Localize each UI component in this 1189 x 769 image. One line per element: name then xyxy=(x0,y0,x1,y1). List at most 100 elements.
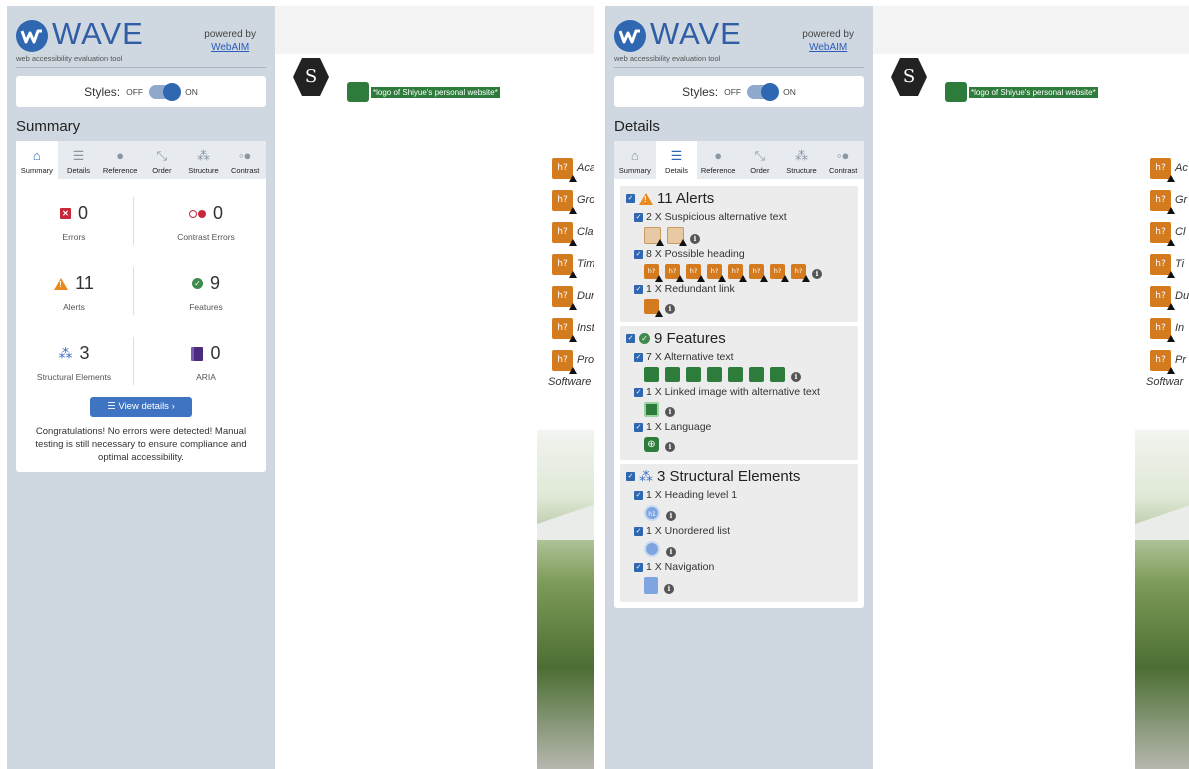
site-logo[interactable]: S xyxy=(293,58,329,96)
features-count[interactable]: ✓ 9 Features xyxy=(148,273,264,312)
nav-item[interactable]: h? Tim xyxy=(552,248,594,280)
tab-label: Summary xyxy=(618,166,651,175)
nav-item[interactable]: h? Pr xyxy=(1150,344,1189,376)
tab-details[interactable]: ☰ Details xyxy=(655,141,698,179)
nav-item[interactable]: h? Du xyxy=(1150,280,1189,312)
nav-item[interactable]: h? Gro xyxy=(552,184,594,216)
possible-heading-icon[interactable]: h? xyxy=(707,264,726,282)
alt-text-icon[interactable] xyxy=(644,367,659,382)
alt-text-annotation[interactable]: *logo of Shiyue's personal website* xyxy=(945,82,1098,102)
alerts-count[interactable]: 11 Alerts xyxy=(16,273,132,312)
nav-item[interactable]: h? Pro xyxy=(552,344,594,376)
tab-reference[interactable]: ● Reference xyxy=(697,141,739,179)
alt-text-icon[interactable] xyxy=(749,367,764,382)
webpage-preview: S *logo of Shiyue's personal website* h?… xyxy=(275,6,594,769)
possible-heading-icon[interactable]: h? xyxy=(791,264,810,282)
webaim-link[interactable]: WebAIM xyxy=(204,41,256,54)
structural-count[interactable]: ⁂ 3 Structural Elements xyxy=(16,343,132,382)
contrast-errors-count[interactable]: 0 Contrast Errors xyxy=(148,203,264,242)
features-checkbox[interactable]: ✓ xyxy=(626,334,635,343)
alt-text-icon[interactable] xyxy=(707,367,722,382)
styles-on-label: ON xyxy=(783,86,796,97)
possible-heading-icon: h? xyxy=(1150,253,1175,278)
info-icon[interactable]: i xyxy=(666,511,676,521)
structure-checkbox[interactable]: ✓ xyxy=(626,472,635,481)
tab-structure[interactable]: ⁂ Structure xyxy=(183,141,225,179)
possible-heading-icon[interactable]: h? xyxy=(665,264,684,282)
webaim-link[interactable]: WebAIM xyxy=(802,41,854,54)
possible-heading-icon[interactable]: h? xyxy=(749,264,768,282)
errors-count[interactable]: ✕ 0 Errors xyxy=(16,203,132,242)
view-details-button[interactable]: ☰ View details › xyxy=(90,397,192,417)
info-icon[interactable]: i xyxy=(791,372,801,382)
info-icon[interactable]: i xyxy=(666,547,676,557)
tab-structure[interactable]: ⁂ Structure xyxy=(781,141,823,179)
tab-label: Details xyxy=(67,166,90,175)
tab-reference[interactable]: ● Reference xyxy=(99,141,141,179)
linked-image-alt-icon[interactable] xyxy=(644,402,659,417)
nav-item[interactable]: h? Cl xyxy=(1150,216,1189,248)
tab-contrast[interactable]: ◦● Contrast xyxy=(822,141,864,179)
alerts-checkbox[interactable]: ✓ xyxy=(626,194,635,203)
item-checkbox[interactable]: ✓ xyxy=(634,212,643,222)
tab-details[interactable]: ☰ Details xyxy=(58,141,100,179)
info-icon: ● xyxy=(116,148,125,163)
info-icon[interactable]: i xyxy=(665,442,675,452)
detail-item: ✓ 7 X Alternative text i xyxy=(634,351,852,382)
heading-level-1-icon[interactable]: h1 xyxy=(644,505,660,521)
wave-sidebar: WAVE web accessibility evaluation tool p… xyxy=(7,6,275,769)
styles-toggle[interactable] xyxy=(747,82,780,101)
navigation-icon[interactable] xyxy=(644,577,658,594)
aria-count[interactable]: 0 ARIA xyxy=(148,343,264,382)
info-icon[interactable]: i xyxy=(664,584,674,594)
info-icon[interactable]: i xyxy=(812,269,822,279)
item-checkbox[interactable]: ✓ xyxy=(634,249,643,259)
site-logo[interactable]: S xyxy=(891,58,927,96)
alt-text-icon[interactable] xyxy=(728,367,743,382)
unordered-list-icon[interactable] xyxy=(644,541,660,557)
alt-text-icon[interactable] xyxy=(770,367,785,382)
alt-text-icon[interactable] xyxy=(665,367,680,382)
item-label: 1 X Unordered list xyxy=(646,525,731,537)
tab-contrast[interactable]: ◦● Contrast xyxy=(224,141,266,179)
tab-label: Reference xyxy=(102,166,138,175)
alt-text-annotation[interactable]: *logo of Shiyue's personal website* xyxy=(347,82,500,102)
nav-item[interactable]: h? Cla xyxy=(552,216,594,248)
item-checkbox[interactable]: ✓ xyxy=(634,352,643,362)
info-icon[interactable]: i xyxy=(690,234,700,244)
item-checkbox[interactable]: ✓ xyxy=(634,490,643,500)
nav-item-label: Pr xyxy=(1175,354,1186,366)
tab-order[interactable]: ⤡ Order xyxy=(141,141,183,179)
styles-toggle[interactable] xyxy=(149,82,182,101)
possible-heading-icon[interactable]: h? xyxy=(686,264,705,282)
wave-logo-text: WAVE xyxy=(650,16,742,51)
item-checkbox[interactable]: ✓ xyxy=(634,387,643,397)
alt-text-icon[interactable] xyxy=(686,367,701,382)
tab-summary[interactable]: ⌂ Summary xyxy=(614,141,656,179)
nav-item[interactable]: h?Aca xyxy=(552,152,594,184)
nav-item[interactable]: h? Ti xyxy=(1150,248,1189,280)
possible-heading-icon[interactable]: h? xyxy=(728,264,747,282)
item-checkbox[interactable]: ✓ xyxy=(634,284,643,294)
nav-item[interactable]: h? In xyxy=(1150,312,1189,344)
redundant-link-icon[interactable] xyxy=(644,299,663,317)
tab-label: Order xyxy=(152,166,172,175)
item-checkbox[interactable]: ✓ xyxy=(634,422,643,432)
tab-order[interactable]: ⤡ Order xyxy=(739,141,781,179)
info-icon[interactable]: i xyxy=(665,407,675,417)
tab-summary[interactable]: ⌂ Summary xyxy=(16,141,58,179)
nav-item[interactable]: h? Dur xyxy=(552,280,594,312)
suspicious-alt-icon[interactable] xyxy=(667,227,687,246)
info-icon[interactable]: i xyxy=(665,304,675,314)
suspicious-alt-icon[interactable] xyxy=(644,227,664,246)
nav-item[interactable]: h? Ac xyxy=(1150,152,1189,184)
nav-item[interactable]: h? Gr xyxy=(1150,184,1189,216)
language-icon[interactable]: ⊕ xyxy=(644,437,659,452)
item-checkbox[interactable]: ✓ xyxy=(634,562,643,572)
alert-icon xyxy=(639,192,653,205)
nav-item[interactable]: h? Inst xyxy=(552,312,594,344)
nav-list: h? Ac h? Gr h? Cl h? Ti h? Du h? In h? Pr xyxy=(1150,152,1189,376)
item-checkbox[interactable]: ✓ xyxy=(634,526,643,536)
possible-heading-icon[interactable]: h? xyxy=(770,264,789,282)
possible-heading-icon[interactable]: h? xyxy=(644,264,663,282)
